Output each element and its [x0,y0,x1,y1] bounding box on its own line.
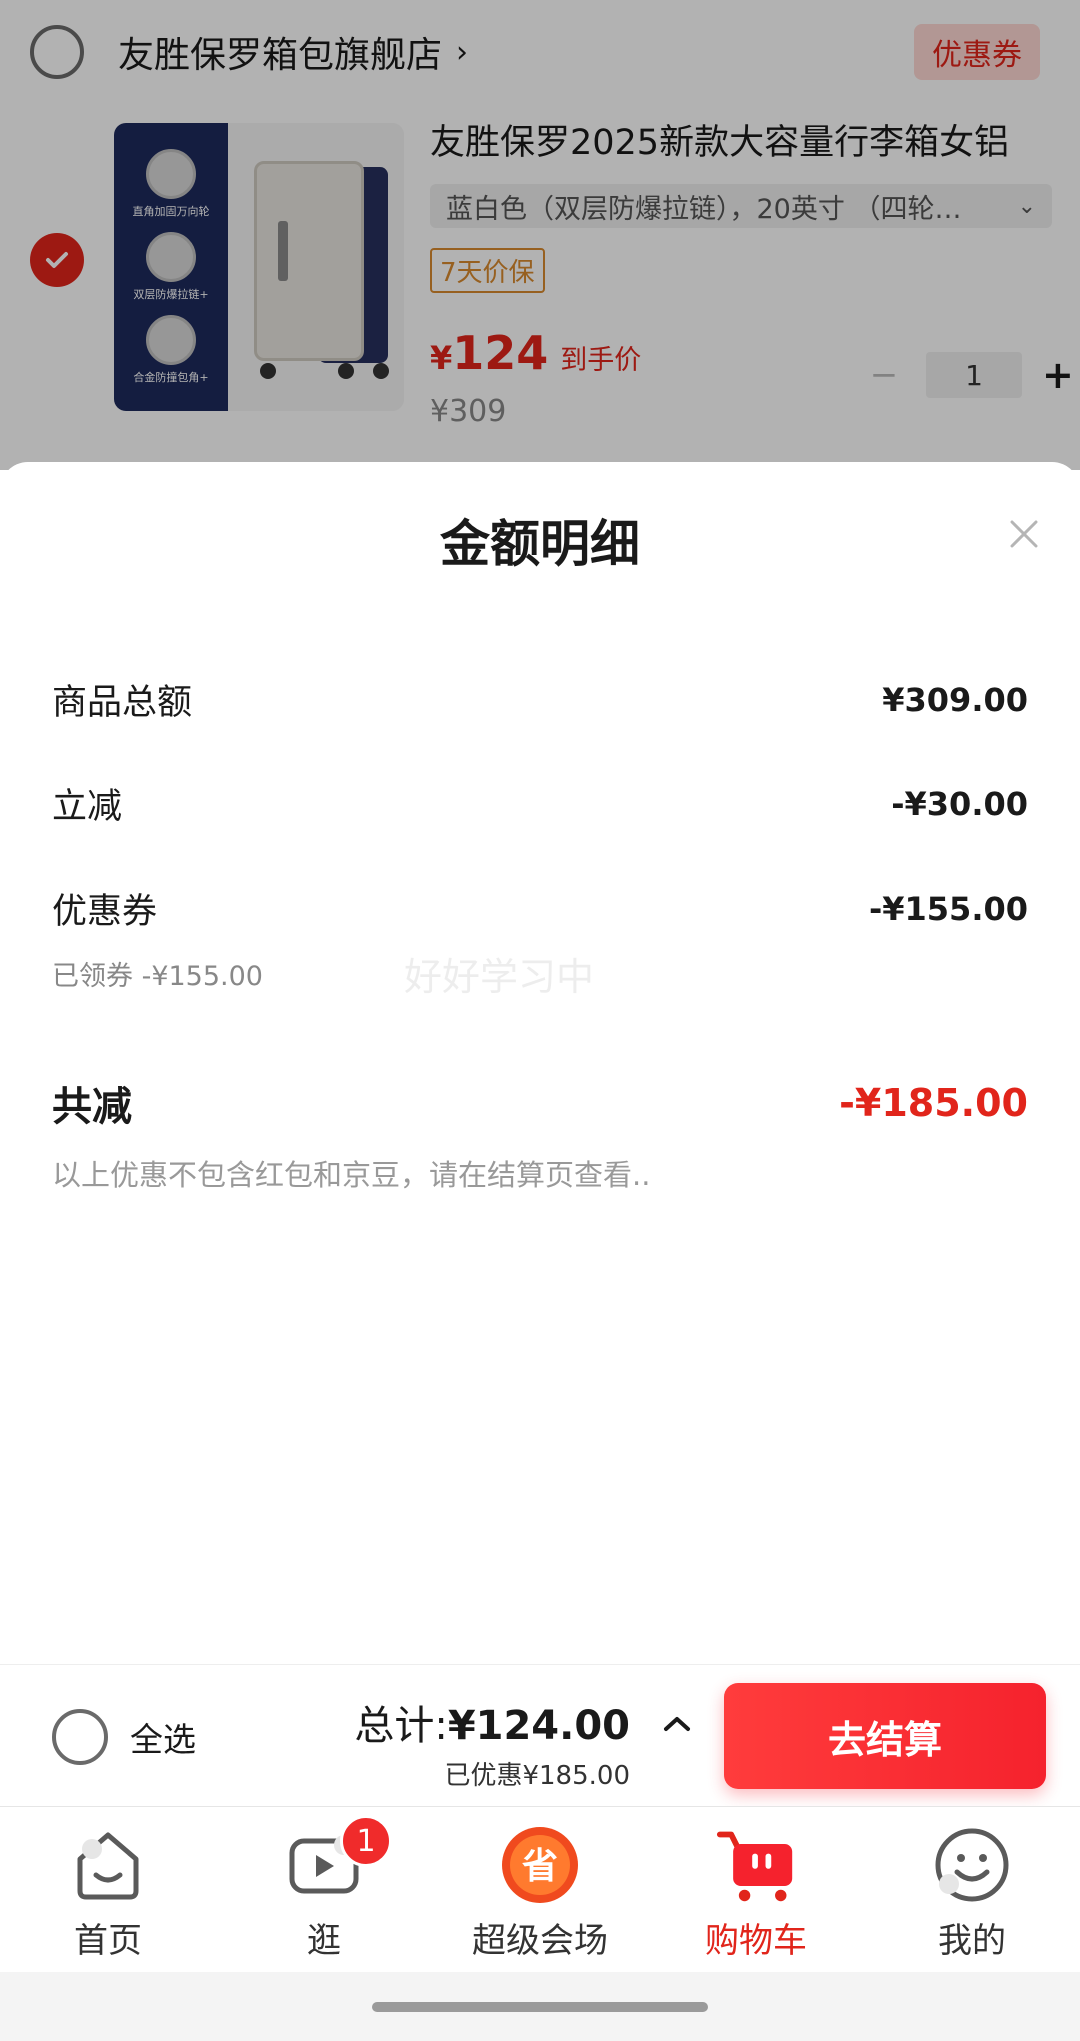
tab-cart[interactable]: 购物车 [648,1807,864,1972]
home-indicator[interactable] [372,2002,708,2012]
coupon-value: -¥155.00 [868,889,1028,928]
total-reduce-label: 共减 [52,1084,132,1130]
total-reduce-row: 共减 -¥185.00 [52,1074,1028,1132]
select-all-radio[interactable] [52,1709,108,1765]
discount-note: 以上优惠不包含红包和京豆，请在结算页查看.. [52,1158,651,1192]
total-amount: ¥124.00 [447,1703,630,1749]
checkout-button[interactable]: 去结算 [724,1683,1046,1789]
close-icon [1010,520,1038,548]
tab-label: 逛 [307,1921,341,1961]
tab-label: 超级会场 [472,1921,608,1961]
watermark: 好好学习中 [404,955,595,999]
tab-mine[interactable]: 我的 [864,1807,1080,1972]
tab-label: 我的 [938,1921,1006,1961]
select-all-label[interactable]: 全选 [130,1713,196,1761]
total-reduce-value: -¥185.00 [839,1081,1028,1125]
sheet-title: 金额明细 [440,515,640,573]
dim-overlay[interactable] [0,0,1080,470]
goods-total-row: 商品总额 ¥309.00 [52,674,1028,725]
tab-super-venue[interactable]: 省 超级会场 [432,1807,648,1972]
checkout-bar: 全选 总计:¥124.00 已优惠¥185.00 去结算 [0,1664,1080,1806]
tab-home[interactable]: 首页 [0,1807,216,1972]
close-button[interactable] [998,508,1050,560]
home-indicator-area [0,1972,1080,2041]
goods-total-value: ¥309.00 [882,680,1028,719]
total-summary[interactable]: 总计:¥124.00 已优惠¥185.00 [354,1693,630,1792]
select-all[interactable]: 全选 [52,1709,196,1765]
tab-explore[interactable]: 1 逛 [216,1807,432,1972]
amount-detail-sheet: 金额明细 商品总额 ¥309.00 立减 -¥30.00 优惠券 -¥155.0… [0,462,1080,1664]
notification-badge: 1 [340,1815,392,1867]
chevron-up-icon[interactable] [660,1707,694,1741]
instant-reduce-row: 立减 -¥30.00 [52,778,1028,829]
super-venue-icon: 省 [500,1825,580,1905]
tab-label: 首页 [74,1921,142,1961]
total-label: 总计: [354,1703,448,1749]
video-play-icon: 1 [284,1815,392,1905]
tab-label: 购物车 [705,1921,807,1961]
instant-reduce-label: 立减 [52,787,123,827]
total-line: 总计:¥124.00 [354,1693,630,1751]
instant-reduce-value: -¥30.00 [891,784,1028,823]
smiley-icon [932,1825,1012,1905]
coupon-detail: 已领券 -¥155.00 [52,961,263,992]
saved-amount: 已优惠¥185.00 [444,1761,630,1791]
home-icon [68,1825,148,1905]
tab-bar: 首页 1 逛 省 超级会场 购物车 我的 [0,1806,1080,1972]
goods-total-label: 商品总额 [52,683,193,723]
coupon-row: 优惠券 -¥155.00 [52,883,1028,934]
super-venue-glyph: 省 [522,1846,558,1887]
coupon-label: 优惠券 [52,892,158,932]
cart-icon [716,1825,796,1905]
